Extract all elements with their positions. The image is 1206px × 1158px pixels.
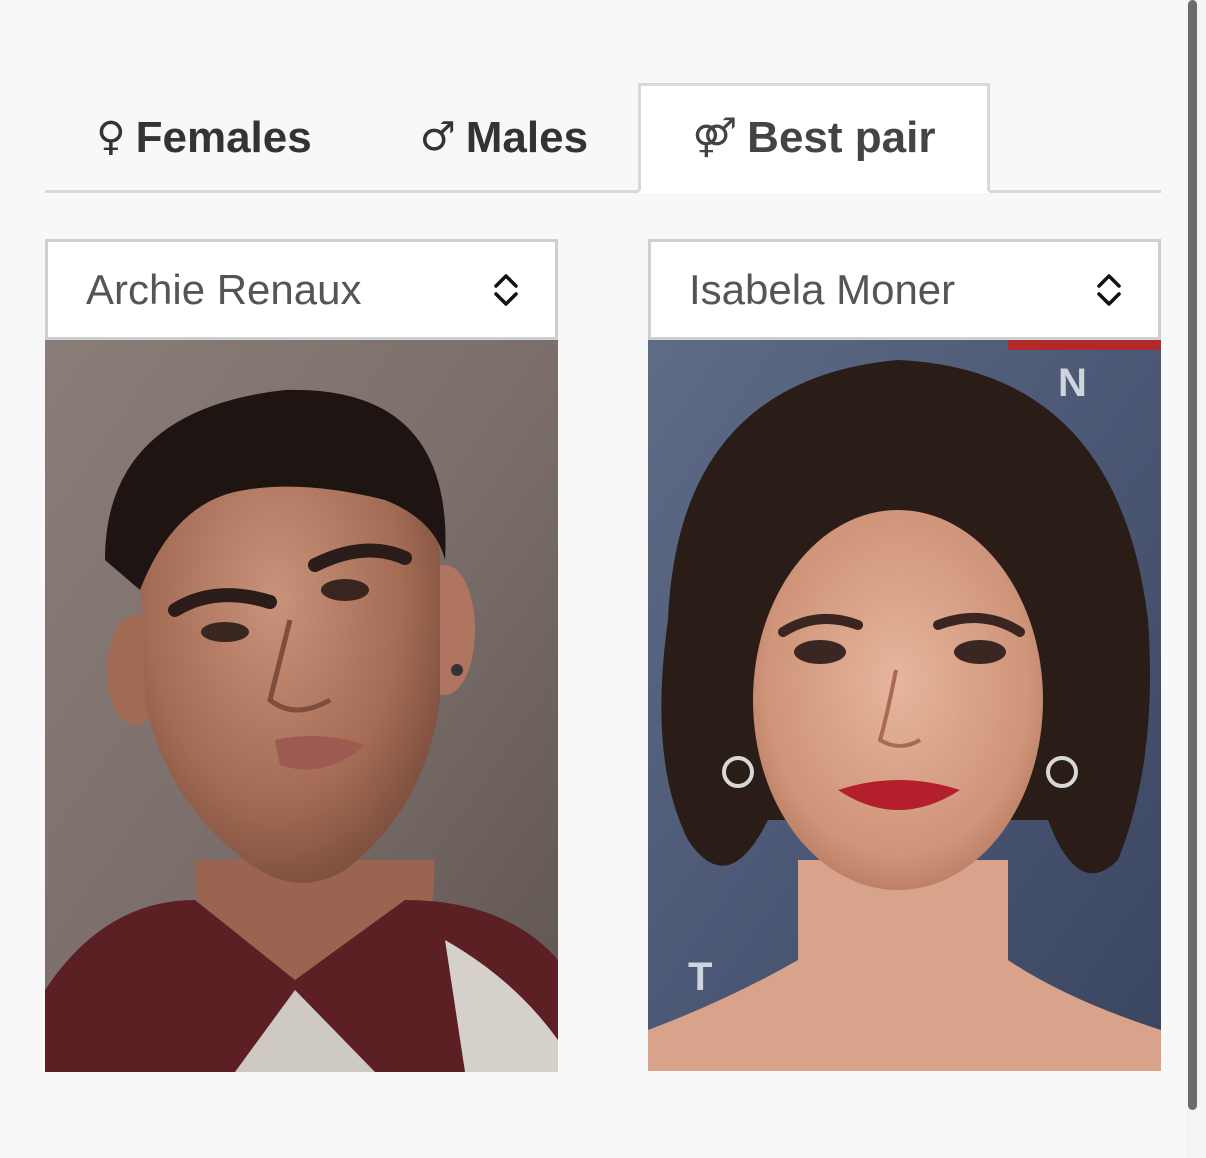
- male-person-select[interactable]: Archie Renaux: [45, 239, 558, 340]
- chevron-updown-icon: [1097, 273, 1121, 306]
- backdrop-letter-t: T: [688, 955, 712, 999]
- tab-males-label: Males: [465, 113, 589, 162]
- tab-bar: ♀ Females ♂ Males ⚤ Best pair: [45, 83, 1161, 193]
- page: ♀ Females ♂ Males ⚤ Best pair Archie Ren…: [0, 0, 1206, 1158]
- scrollbar[interactable]: [1186, 0, 1206, 1158]
- tab-males[interactable]: ♂ Males: [370, 83, 638, 193]
- female-icon: ♀: [96, 114, 126, 160]
- pair-icon: ⚤: [692, 115, 738, 159]
- scrollbar-thumb[interactable]: [1188, 0, 1197, 1110]
- male-person-select-value: Archie Renaux: [86, 265, 362, 313]
- tab-best-pair[interactable]: ⚤ Best pair: [638, 83, 990, 193]
- male-icon: ♂: [419, 114, 456, 160]
- tab-best-pair-label: Best pair: [747, 113, 936, 162]
- female-portrait-photo: N T: [648, 340, 1161, 1071]
- tab-females[interactable]: ♀ Females: [45, 83, 363, 193]
- chevron-updown-icon: [494, 273, 518, 306]
- male-portrait-photo: [45, 340, 558, 1072]
- female-person-select-value: Isabela Moner: [689, 265, 956, 313]
- backdrop-letter-n: N: [1058, 361, 1087, 405]
- tab-females-label: Females: [135, 113, 312, 162]
- female-person-select[interactable]: Isabela Moner: [648, 239, 1161, 340]
